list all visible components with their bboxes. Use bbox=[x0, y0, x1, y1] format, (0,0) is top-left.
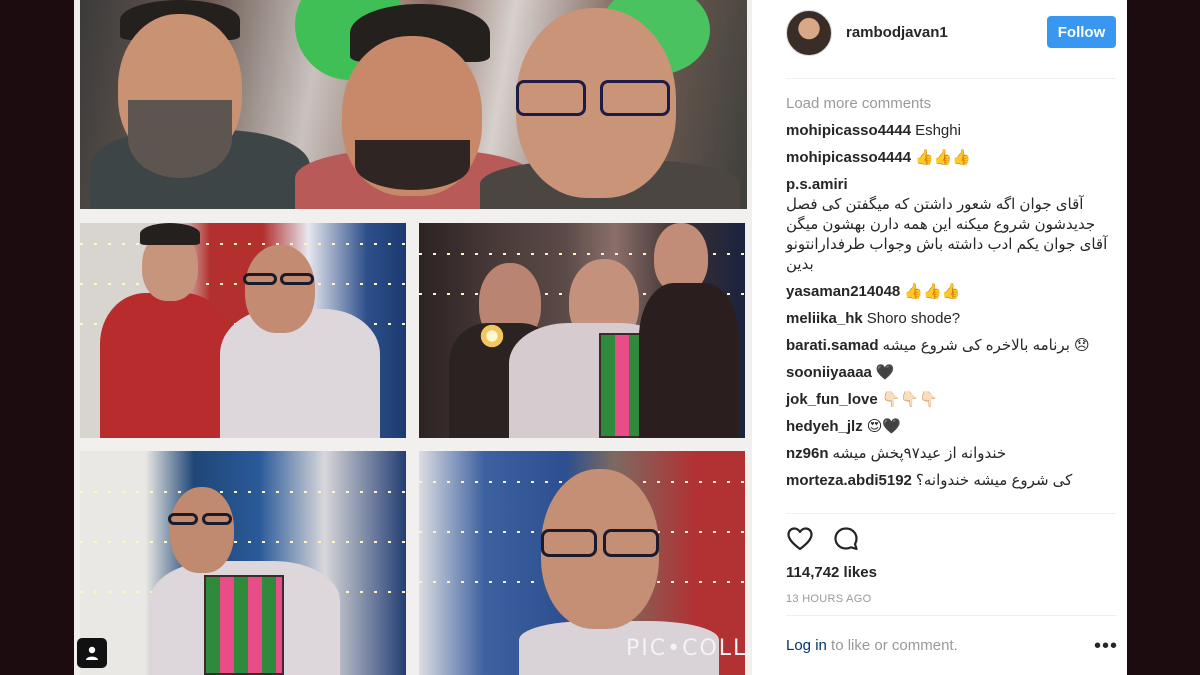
comment-author-link[interactable]: yasaman214048 bbox=[786, 283, 900, 300]
comment-author-link[interactable]: meliika_hk bbox=[786, 310, 863, 327]
divider bbox=[786, 78, 1116, 79]
comment-author-link[interactable]: morteza.abdi5192 bbox=[786, 472, 912, 489]
comment-text: Eshghi bbox=[915, 122, 961, 139]
glasses bbox=[168, 513, 198, 525]
comment-item: sooniiyaaaa 🖤 bbox=[786, 363, 1116, 383]
collage-tile-middle-right bbox=[419, 223, 745, 438]
string-lights bbox=[80, 491, 406, 493]
comment-text: 🖤 bbox=[875, 364, 895, 381]
person-beard bbox=[355, 140, 470, 190]
person-face bbox=[245, 245, 315, 333]
collage-tile-bottom-left bbox=[80, 451, 406, 675]
comment-text: 👍👍👍 bbox=[904, 283, 961, 300]
comment-text: خندوانه از عید۹۷پخش میشه bbox=[832, 445, 1007, 462]
comment-item: jok_fun_love 👇🏻👇🏻👇🏻 bbox=[786, 390, 1116, 410]
action-bar bbox=[786, 525, 860, 555]
collage-tile-top bbox=[80, 0, 747, 209]
comment-item: p.s.amiri آقای جوان اگه شعور داشتن که میگ… bbox=[786, 175, 1116, 275]
collage-watermark: PIC•COLLAGE bbox=[626, 636, 751, 661]
comment-author-link[interactable]: barati.samad bbox=[786, 337, 879, 354]
follow-button[interactable]: Follow bbox=[1047, 16, 1116, 48]
glasses bbox=[541, 529, 597, 557]
comment-item: mohipicasso4444 Eshghi bbox=[786, 121, 1116, 141]
comments-list: Load more comments mohipicasso4444 Eshghi… bbox=[786, 95, 1116, 498]
comment-text: Shoro shode? bbox=[866, 310, 961, 327]
comment-bubble-icon[interactable] bbox=[832, 525, 860, 553]
load-more-comments-link[interactable]: Load more comments bbox=[786, 95, 1116, 112]
glasses bbox=[600, 80, 670, 116]
comment-author-link[interactable]: hedyeh_jlz bbox=[786, 418, 863, 435]
comment-item: meliika_hk Shoro shode? bbox=[786, 309, 1116, 329]
comment-author-link[interactable]: p.s.amiri bbox=[786, 176, 848, 193]
comment-text: 😍🖤 bbox=[866, 418, 902, 435]
comment-text: آقای جوان اگه شعور داشتن که میگفتن کی فص… bbox=[786, 196, 1108, 273]
user-icon bbox=[86, 646, 98, 660]
comment-item: mohipicasso4444 👍👍👍 bbox=[786, 148, 1116, 168]
comment-author-link[interactable]: mohipicasso4444 bbox=[786, 122, 911, 139]
comment-item: morteza.abdi5192 کی شروع میشه خندوانه؟ bbox=[786, 471, 1116, 491]
login-prompt: Log in to like or comment. bbox=[786, 637, 958, 654]
person-hair bbox=[140, 223, 200, 245]
divider bbox=[786, 513, 1116, 514]
glasses bbox=[202, 513, 232, 525]
person-shirt bbox=[639, 283, 739, 438]
comment-text: 👇🏻👇🏻👇🏻 bbox=[881, 391, 938, 408]
heart-icon[interactable] bbox=[786, 525, 814, 553]
collage-tile-middle-left bbox=[80, 223, 406, 438]
tagged-users-button[interactable] bbox=[77, 638, 107, 668]
divider bbox=[786, 615, 1116, 616]
person-shirt bbox=[100, 293, 230, 438]
string-lights bbox=[80, 541, 406, 543]
comment-text: 👍👍👍 bbox=[915, 149, 972, 166]
glasses bbox=[516, 80, 586, 116]
sparkler bbox=[479, 323, 505, 349]
string-lights bbox=[80, 283, 406, 285]
post-side-panel: rambodjavan1 Follow Load more comments m… bbox=[751, 0, 1127, 675]
comment-author-link[interactable]: mohipicasso4444 bbox=[786, 149, 911, 166]
comment-text: کی شروع میشه خندوانه؟ bbox=[915, 472, 1073, 489]
person-face bbox=[170, 487, 234, 573]
glasses bbox=[280, 273, 314, 285]
comment-item: yasaman214048 👍👍👍 bbox=[786, 282, 1116, 302]
string-lights bbox=[80, 243, 406, 245]
comment-author-link[interactable]: sooniiyaaaa bbox=[786, 364, 872, 381]
post-timestamp[interactable]: 13 HOURS AGO bbox=[786, 593, 872, 605]
page-backdrop-left bbox=[0, 0, 74, 675]
comment-author-link[interactable]: jok_fun_love bbox=[786, 391, 878, 408]
person-shirt bbox=[220, 309, 380, 438]
page-backdrop-right bbox=[1127, 0, 1200, 675]
username-link[interactable]: rambodjavan1 bbox=[846, 24, 948, 41]
like-count[interactable]: 114,742 likes bbox=[786, 564, 877, 581]
comment-item: barati.samad برنامه بالاخره کی شروع میشه … bbox=[786, 336, 1116, 356]
post-header: rambodjavan1 Follow bbox=[752, 0, 1128, 78]
login-link[interactable]: Log in bbox=[786, 637, 827, 654]
avatar[interactable] bbox=[786, 10, 832, 56]
login-prompt-text: to like or comment. bbox=[826, 637, 958, 654]
post-photo[interactable]: PIC•COLLAGE bbox=[74, 0, 751, 675]
more-options-button[interactable]: ••• bbox=[1094, 636, 1118, 656]
birthday-cake bbox=[204, 575, 284, 675]
glasses bbox=[603, 529, 659, 557]
comment-text: برنامه بالاخره کی شروع میشه 😞 bbox=[882, 337, 1090, 354]
person-beard bbox=[128, 100, 232, 178]
comment-item: hedyeh_jlz 😍🖤 bbox=[786, 417, 1116, 437]
comment-author-link[interactable]: nz96n bbox=[786, 445, 829, 462]
comment-item: nz96n خندوانه از عید۹۷پخش میشه bbox=[786, 444, 1116, 464]
glasses bbox=[243, 273, 277, 285]
